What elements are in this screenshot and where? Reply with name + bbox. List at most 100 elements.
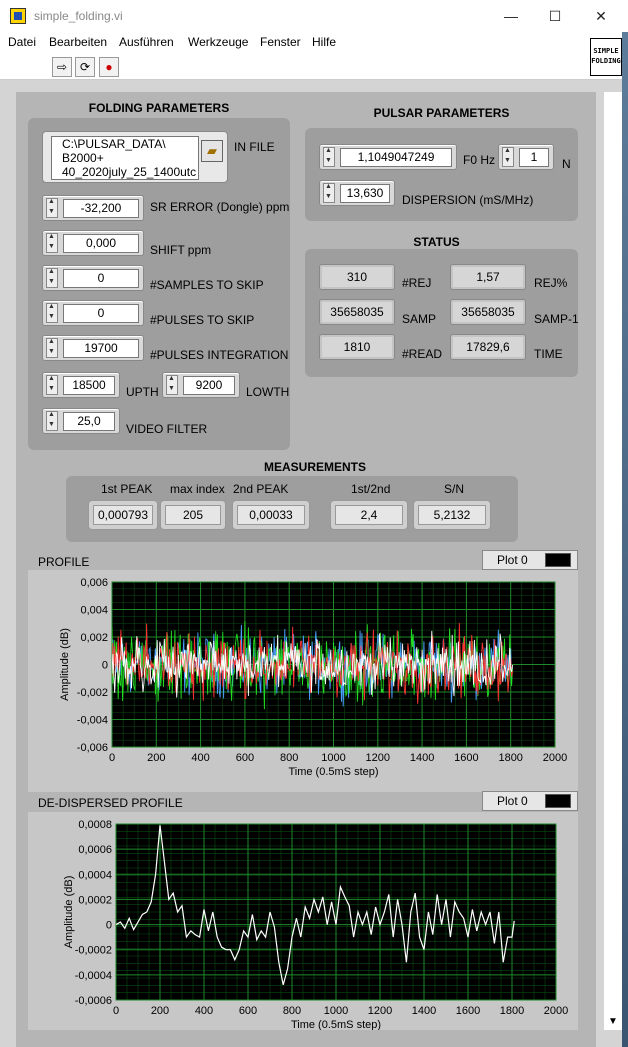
y-tick-label: -0,0002 — [75, 945, 112, 957]
dispersion-value[interactable]: 13,630 — [340, 184, 390, 203]
upth-control[interactable]: 18500 — [42, 372, 120, 398]
x-tick-label: 2000 — [543, 752, 567, 764]
rej-label: #REJ — [402, 276, 432, 290]
samp-1-indicator: 35658035 — [450, 299, 526, 325]
sr-error-control[interactable]: -32,200 — [42, 195, 144, 221]
time-label: TIME — [534, 347, 563, 361]
maximize-button[interactable]: ☐ — [532, 0, 578, 32]
window-title: simple_folding.vi — [34, 9, 123, 23]
n-value[interactable]: 1 — [519, 148, 549, 167]
pulses-to-skip-value[interactable]: 0 — [63, 304, 139, 323]
x-tick-label: 1800 — [498, 752, 522, 764]
increment-decrement-icon[interactable] — [46, 338, 58, 358]
shift-value[interactable]: 0,000 — [63, 234, 139, 253]
menu-ausfuehren[interactable]: Ausführen — [119, 35, 174, 49]
increment-decrement-icon[interactable] — [46, 411, 58, 431]
menu-bearbeiten[interactable]: Bearbeiten — [49, 35, 107, 49]
x-tick-label: 1400 — [410, 752, 434, 764]
increment-decrement-icon[interactable] — [46, 375, 58, 395]
dedispersed-graph-title: DE-DISPERSED PROFILE — [38, 796, 183, 810]
sr-error-value[interactable]: -32,200 — [63, 199, 139, 218]
increment-decrement-icon[interactable] — [323, 183, 335, 203]
samp-indicator: 35658035 — [319, 299, 395, 325]
x-tick-label: 1800 — [500, 1005, 524, 1017]
scroll-down-icon[interactable]: ▼ — [604, 1013, 622, 1030]
second-peak-value: 0,00033 — [237, 505, 305, 525]
y-tick-label: -0,0004 — [75, 970, 112, 982]
samples-to-skip-value[interactable]: 0 — [63, 269, 139, 288]
n-control[interactable]: 1 — [498, 144, 554, 170]
y-tick-label: 0,0006 — [78, 844, 112, 856]
lowth-value[interactable]: 9200 — [183, 376, 235, 395]
y-tick-label: 0 — [102, 660, 108, 672]
f0-label: F0 Hz — [463, 153, 496, 167]
increment-decrement-icon[interactable] — [46, 303, 58, 323]
x-tick-label: 1400 — [412, 1005, 436, 1017]
time-indicator: 17829,6 — [450, 334, 526, 360]
menu-fenster[interactable]: Fenster — [260, 35, 301, 49]
in-file-path-text[interactable]: C:\PULSAR_DATA\ B2000+ 40_2020july_25_14… — [51, 136, 199, 180]
increment-decrement-icon[interactable] — [323, 147, 335, 167]
pulses-to-skip-control[interactable]: 0 — [42, 300, 144, 326]
minimize-button[interactable]: — — [488, 0, 534, 32]
pulses-to-skip-label: #PULSES TO SKIP — [150, 313, 255, 327]
read-indicator: 1810 — [319, 334, 395, 360]
x-tick-label: 0 — [109, 752, 115, 764]
samp-1-label: SAMP-1 — [534, 312, 579, 326]
x-tick-label: 200 — [147, 752, 165, 764]
y-axis-label: Amplitude (dB) — [63, 876, 75, 949]
upth-label: UPTH — [126, 385, 159, 399]
increment-decrement-icon[interactable] — [502, 147, 514, 167]
pulses-integration-control[interactable]: 19700 — [42, 335, 144, 361]
menu-hilfe[interactable]: Hilfe — [312, 35, 336, 49]
x-tick-label: 600 — [236, 752, 254, 764]
in-file-path-line: 40_2020july_25_1400utc — [62, 165, 197, 179]
max-index-label: max index — [170, 482, 225, 496]
vertical-scrollbar[interactable] — [604, 92, 622, 1030]
run-continuously-icon[interactable]: ⟳ — [75, 57, 95, 77]
abort-icon[interactable]: ● — [99, 57, 119, 77]
x-tick-label: 200 — [151, 1005, 169, 1017]
lowth-control[interactable]: 9200 — [162, 372, 240, 398]
dispersion-label: DISPERSION (mS/MHz) — [402, 193, 534, 207]
dedispersed-plot-legend[interactable]: Plot 0 — [482, 791, 578, 811]
menu-datei[interactable]: Datei — [8, 35, 36, 49]
x-tick-label: 400 — [195, 1005, 213, 1017]
profile-plot-legend[interactable]: Plot 0 — [482, 550, 578, 570]
second-peak-indicator: 0,00033 — [232, 500, 310, 530]
pulses-integration-value[interactable]: 19700 — [63, 339, 139, 358]
samples-to-skip-control[interactable]: 0 — [42, 265, 144, 291]
increment-decrement-icon[interactable] — [46, 233, 58, 253]
increment-decrement-icon[interactable] — [46, 268, 58, 288]
x-tick-label: 800 — [283, 1005, 301, 1017]
upth-value[interactable]: 18500 — [63, 376, 115, 395]
desktop-background — [622, 32, 628, 1047]
profile-chart: 0 200 400 600 800 1000 1200 1400 1600 1800 2000 -0,… — [59, 577, 567, 778]
max-index-indicator: 205 — [160, 500, 226, 530]
x-tick-label: 1000 — [324, 1005, 348, 1017]
increment-decrement-icon[interactable] — [166, 375, 178, 395]
profile-graph-title: PROFILE — [38, 555, 90, 569]
f0-value[interactable]: 1,1049047249 — [340, 148, 452, 167]
in-file-path-control[interactable]: C:\PULSAR_DATA\ B2000+ 40_2020july_25_14… — [42, 131, 228, 183]
rej-percent-indicator: 1,57 — [450, 264, 526, 290]
dedispersed-chart: 0 200 400 600 800 1000 1200 1400 1600 1800 2000 -0,… — [63, 819, 568, 1030]
menu-werkzeuge[interactable]: Werkzeuge — [188, 35, 248, 49]
y-tick-label: 0,0002 — [78, 894, 112, 906]
x-tick-label: 800 — [280, 752, 298, 764]
increment-decrement-icon[interactable] — [46, 198, 58, 218]
vi-icon: SIMPLE FOLDING — [590, 38, 622, 76]
x-tick-label: 2000 — [544, 1005, 568, 1017]
close-button[interactable]: ✕ — [578, 0, 624, 32]
f0-control[interactable]: 1,1049047249 — [319, 144, 457, 170]
shift-control[interactable]: 0,000 — [42, 230, 144, 256]
y-tick-label: 0,0008 — [78, 819, 112, 831]
video-filter-control[interactable]: 25,0 — [42, 408, 120, 434]
run-arrow-icon[interactable]: ⇨ — [52, 57, 72, 77]
video-filter-value[interactable]: 25,0 — [63, 412, 115, 431]
measurements-title: MEASUREMENTS — [263, 460, 366, 474]
folding-parameters-title: FOLDING PARAMETERS — [88, 101, 230, 115]
dispersion-control[interactable]: 13,630 — [319, 180, 395, 206]
pulsar-parameters-title: PULSAR PARAMETERS — [373, 106, 510, 120]
folder-icon[interactable]: ▰ — [201, 140, 223, 162]
